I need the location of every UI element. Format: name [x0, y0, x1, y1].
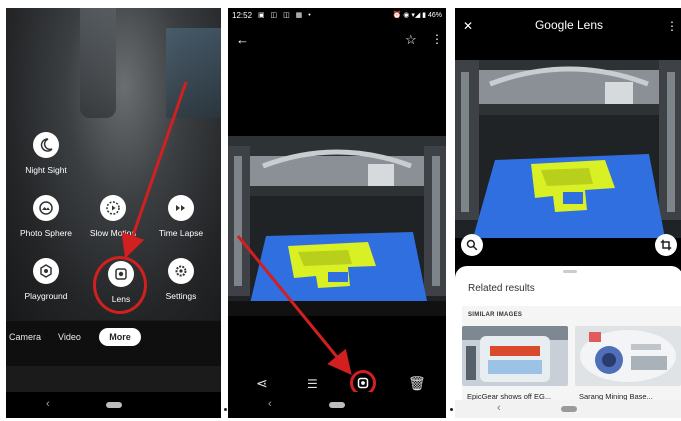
mode-slow-motion[interactable]: Slow Motion: [78, 195, 148, 238]
mode-tab-more[interactable]: More: [99, 328, 141, 346]
delete-icon[interactable]: 🗑: [408, 375, 426, 392]
lens-title: Google Lens: [534, 18, 604, 32]
drag-handle[interactable]: [563, 270, 577, 273]
similar-images-card: SIMILAR IMAGES EpicGear shows off EG... …: [462, 306, 681, 414]
system-nav-bar: ‹: [6, 392, 221, 418]
photo-viewer-screen: 12:52 ▣ ◫ ◫ ▦ • ⏰ ◉ ▾◢ ▮ 46% ← ☆ ⋮ ⋖ ☰ 🗑: [228, 8, 446, 418]
crop-button[interactable]: [655, 234, 677, 256]
viewfinder-object: [80, 8, 116, 118]
more-vert-icon[interactable]: ⋮: [431, 33, 443, 46]
status-right: ⏰ ◉ ▾◢ ▮ 46%: [392, 12, 442, 19]
notification-icons: ▣ ◫ ◫ ▦ •: [258, 12, 313, 19]
result-thumbnail: [462, 326, 568, 386]
separator-dot: [224, 408, 227, 411]
mode-label: Playground: [24, 291, 68, 301]
back-arrow-icon[interactable]: ←: [236, 33, 249, 46]
star-icon[interactable]: ☆: [405, 33, 417, 46]
status-bar: 12:52 ▣ ◫ ◫ ▦ • ⏰ ◉ ▾◢ ▮ 46%: [228, 8, 446, 24]
edit-icon[interactable]: ☰: [307, 377, 318, 391]
google-lens-screen: ✕ Google Lens ⋮ Related results SIMILAR …: [455, 8, 681, 418]
results-sheet[interactable]: Related results SIMILAR IMAGES EpicGear …: [455, 266, 681, 418]
system-nav-bar: ‹: [455, 400, 681, 418]
lens-highlight-circle: [93, 256, 147, 314]
mode-tab-video[interactable]: Video: [58, 332, 81, 342]
moon-icon: [40, 138, 53, 152]
battery-level: 46%: [427, 12, 442, 19]
mode-night-sight[interactable]: Night Sight: [11, 132, 81, 175]
related-results-title: Related results: [468, 283, 535, 294]
slow-motion-icon: [106, 201, 120, 215]
similar-image-1[interactable]: [462, 326, 568, 386]
search-button[interactable]: [461, 234, 483, 256]
viewfinder-object: [166, 28, 221, 118]
mode-photo-sphere[interactable]: Photo Sphere: [11, 195, 81, 238]
mode-tab-camera[interactable]: Camera: [9, 332, 41, 342]
crop-icon: [660, 239, 672, 251]
mode-settings[interactable]: Settings: [146, 258, 216, 301]
mode-label: Settings: [165, 291, 197, 301]
back-icon[interactable]: ‹: [46, 398, 50, 410]
home-button[interactable]: [561, 406, 577, 412]
mode-label: Night Sight: [25, 165, 67, 175]
status-time: 12:52: [232, 11, 253, 20]
printer-photo: [228, 136, 446, 316]
photo-image: [228, 136, 446, 316]
system-nav-bar: ‹: [228, 392, 446, 418]
search-icon: [466, 239, 478, 251]
separator-dot: [450, 408, 453, 411]
lens-icon: [357, 377, 369, 389]
mode-label: Slow Motion: [89, 228, 137, 238]
lens-photo: [455, 60, 681, 238]
mode-label: Photo Sphere: [20, 228, 72, 238]
home-button[interactable]: [329, 402, 345, 408]
share-icon[interactable]: ⋖: [256, 375, 268, 392]
home-button[interactable]: [106, 402, 122, 408]
result-thumbnail: [575, 326, 681, 386]
more-vert-icon[interactable]: ⋮: [666, 20, 678, 33]
back-icon[interactable]: ‹: [268, 398, 272, 410]
photo-sphere-icon: [39, 201, 53, 215]
camera-modes-screen: Night Sight Photo Sphere Slow Motion Tim…: [6, 8, 221, 418]
mode-time-lapse[interactable]: Time Lapse: [146, 195, 216, 238]
similar-images-heading: SIMILAR IMAGES: [468, 312, 523, 318]
printer-photo: [455, 60, 681, 238]
time-lapse-icon: [176, 205, 185, 211]
similar-image-2[interactable]: [575, 326, 681, 386]
mode-playground[interactable]: Playground: [11, 258, 81, 301]
mode-label: Time Lapse: [158, 228, 204, 238]
gear-icon: [175, 265, 187, 277]
back-icon[interactable]: ‹: [497, 402, 501, 414]
playground-icon: [40, 264, 52, 278]
